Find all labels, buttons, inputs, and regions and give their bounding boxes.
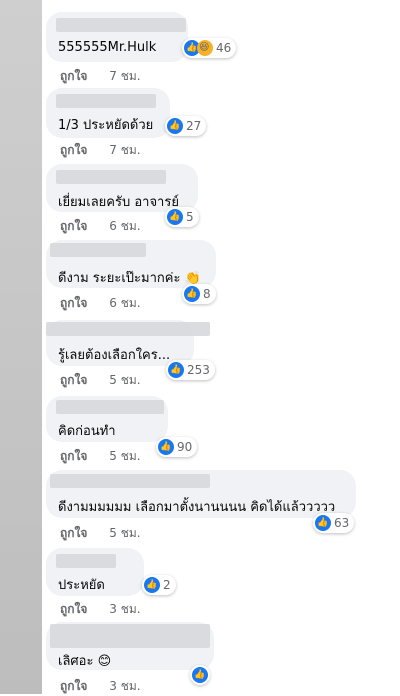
smile-emoji-icon: 😊: [97, 654, 112, 669]
comment-text-body: ดีงาม ระยะเป๊ะมากค่ะ: [58, 271, 181, 286]
reaction-summary[interactable]: 253: [166, 360, 215, 380]
comment-actions: ถูกใจ 7 ชม.: [60, 67, 141, 86]
comment-text: 555555Mr.Hulk: [58, 40, 157, 55]
comment-bubble: เลิศอะ 😊: [46, 622, 214, 670]
comment-text: รู้เลยต้องเลือกใคร...: [58, 348, 171, 363]
comment-time[interactable]: 6 ชม.: [109, 296, 140, 310]
avatar-column-blurred: [0, 0, 42, 694]
commenter-name-blurred[interactable]: [56, 94, 156, 108]
comment-bubble: ดีงาม ระยะเป๊ะมากค่ะ 👏: [46, 240, 216, 288]
commenter-name-blurred[interactable]: [56, 554, 116, 568]
comment-time[interactable]: 3 ชม.: [109, 602, 140, 616]
like-button[interactable]: ถูกใจ: [60, 373, 87, 387]
reaction-summary[interactable]: 46: [182, 38, 237, 58]
reaction-count: 90: [177, 440, 193, 454]
comment-time[interactable]: 5 ชม.: [109, 373, 140, 387]
comment-bubble: คิดก่อนทำ: [46, 396, 168, 442]
comment-actions: ถูกใจ 3 ชม.: [60, 677, 141, 696]
comment-time[interactable]: 7 ชม.: [109, 69, 140, 83]
reaction-summary[interactable]: 5: [165, 207, 199, 227]
like-button[interactable]: ถูกใจ: [60, 526, 87, 540]
like-reaction-icon: [167, 118, 183, 134]
commenter-name-blurred[interactable]: [56, 170, 166, 184]
comment-actions: ถูกใจ 3 ชม.: [60, 600, 141, 619]
reaction-count: 27: [186, 119, 202, 133]
comment-bubble: เยี่ยมเลยครับ อาจารย์: [46, 164, 198, 212]
like-button[interactable]: ถูกใจ: [60, 219, 87, 233]
comment-bubble: 1/3 ประหยัดด้วย: [46, 88, 170, 138]
comment-text: เยี่ยมเลยครับ อาจารย์: [58, 195, 179, 210]
like-button[interactable]: ถูกใจ: [60, 143, 87, 157]
reaction-count: 63: [334, 516, 350, 530]
comment-actions: ถูกใจ 5 ชม.: [60, 447, 141, 466]
comment-time[interactable]: 6 ชม.: [109, 219, 140, 233]
commenter-name-blurred[interactable]: [56, 18, 186, 32]
comment-actions: ถูกใจ 6 ชม.: [60, 217, 141, 236]
like-button[interactable]: ถูกใจ: [60, 449, 87, 463]
like-reaction-icon: [315, 515, 331, 531]
reaction-count: 46: [216, 41, 232, 55]
comment-bubble: ประหยัด: [46, 548, 144, 596]
reaction-count: 253: [187, 363, 210, 377]
comment-actions: ถูกใจ 6 ชม.: [60, 294, 141, 313]
like-reaction-icon: [144, 577, 160, 593]
like-reaction-icon: [168, 362, 184, 378]
comment-time[interactable]: 3 ชม.: [109, 679, 140, 693]
comment-time[interactable]: 5 ชม.: [109, 449, 140, 463]
comment-text: คิดก่อนทำ: [58, 424, 116, 439]
comment-time[interactable]: 7 ชม.: [109, 143, 140, 157]
haha-reaction-icon: [197, 40, 213, 56]
like-reaction-icon: [192, 667, 208, 683]
comment-text: 1/3 ประหยัดด้วย: [58, 118, 154, 133]
like-button[interactable]: ถูกใจ: [60, 679, 87, 693]
reaction-summary[interactable]: 2: [142, 575, 176, 595]
like-reaction-icon: [184, 286, 200, 302]
comment-text-body: เลิศอะ: [58, 654, 94, 669]
like-reaction-icon: [158, 439, 174, 455]
comment-bubble: รู้เลยต้องเลือกใคร...: [46, 320, 210, 366]
like-button[interactable]: ถูกใจ: [60, 69, 87, 83]
reaction-summary[interactable]: 90: [156, 437, 198, 457]
comment-actions: ถูกใจ 5 ชม.: [60, 524, 141, 543]
comment-time[interactable]: 5 ชม.: [109, 526, 140, 540]
like-reaction-icon: [167, 209, 183, 225]
commenter-name-blurred[interactable]: [50, 243, 146, 257]
reaction-summary[interactable]: 8: [182, 284, 216, 304]
reaction-summary[interactable]: [190, 665, 210, 685]
like-button[interactable]: ถูกใจ: [60, 296, 87, 310]
reaction-summary[interactable]: 27: [165, 116, 207, 136]
commenter-name-blurred[interactable]: [46, 322, 210, 336]
commenter-name-blurred[interactable]: [56, 400, 164, 414]
comment-actions: ถูกใจ 5 ชม.: [60, 371, 141, 390]
reaction-summary[interactable]: 63: [313, 513, 355, 533]
comment-text: ดีงาม ระยะเป๊ะมากค่ะ 👏: [58, 267, 201, 288]
comment-bubble: ดีงามมมมมม เลือกมาตั้งนานนนน คิดได้แล้วว…: [46, 470, 356, 518]
comment-text: ดีงามมมมมม เลือกมาตั้งนานนนน คิดได้แล้วว…: [58, 500, 336, 515]
commenter-name-blurred[interactable]: [50, 474, 210, 488]
comment-text: ประหยัด: [58, 578, 105, 593]
reaction-count: 5: [186, 210, 194, 224]
comment-text: เลิศอะ 😊: [58, 650, 111, 671]
comment-bubble: 555555Mr.Hulk: [46, 12, 188, 62]
commenter-name-blurred[interactable]: [50, 624, 210, 648]
reaction-count: 2: [163, 578, 171, 592]
reaction-count: 8: [203, 287, 211, 301]
comment-actions: ถูกใจ 7 ชม.: [60, 141, 141, 160]
like-button[interactable]: ถูกใจ: [60, 602, 87, 616]
